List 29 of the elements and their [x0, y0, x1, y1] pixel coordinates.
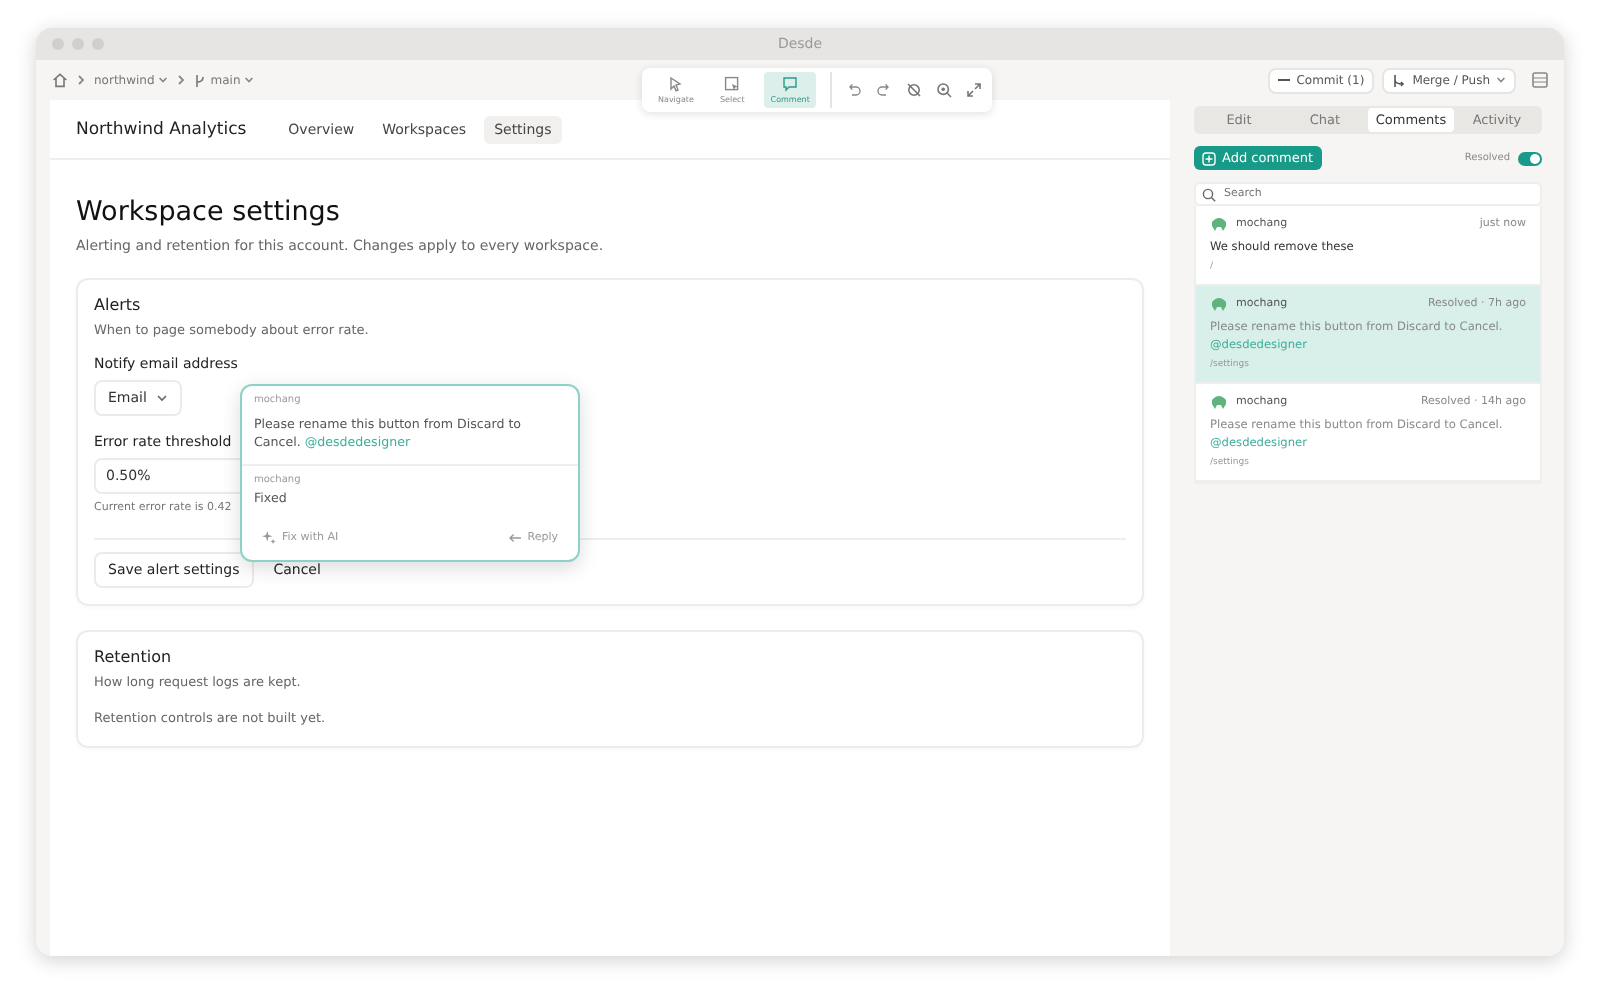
chevron-down-icon: [1496, 76, 1506, 84]
undo-icon[interactable]: [845, 82, 862, 98]
home-icon[interactable]: [52, 72, 68, 88]
plus-icon: [1202, 151, 1216, 165]
page-title: Workspace settings: [76, 196, 342, 228]
redo-icon[interactable]: [875, 82, 892, 98]
expand-icon[interactable]: [965, 82, 982, 98]
comment-icon: [782, 76, 799, 92]
chevron-down-icon: [158, 76, 169, 84]
section-title: Retention: [94, 648, 172, 666]
brand-name: Northwind Analytics: [76, 119, 247, 139]
chevron-right-icon: [76, 74, 86, 86]
chevron-down-icon: [244, 76, 255, 84]
resolved-toggle[interactable]: [1518, 151, 1542, 165]
avatar-icon: [1210, 295, 1228, 312]
section-title: Alerts: [94, 296, 141, 314]
hide-icon[interactable]: [905, 82, 922, 98]
avatar-icon: [1210, 216, 1228, 232]
selection-icon: [724, 76, 741, 92]
chevron-right-icon: [176, 74, 187, 86]
minus-icon: [1278, 78, 1291, 82]
branch-icon: [194, 73, 207, 87]
zoom-icon[interactable]: [935, 82, 952, 98]
chevron-down-icon: [156, 394, 169, 402]
cursor-icon: [667, 76, 684, 92]
sparkle-icon: [262, 530, 276, 545]
merge-icon: [1392, 73, 1407, 87]
reply-icon: [507, 531, 522, 544]
avatar-icon: [1210, 393, 1228, 410]
